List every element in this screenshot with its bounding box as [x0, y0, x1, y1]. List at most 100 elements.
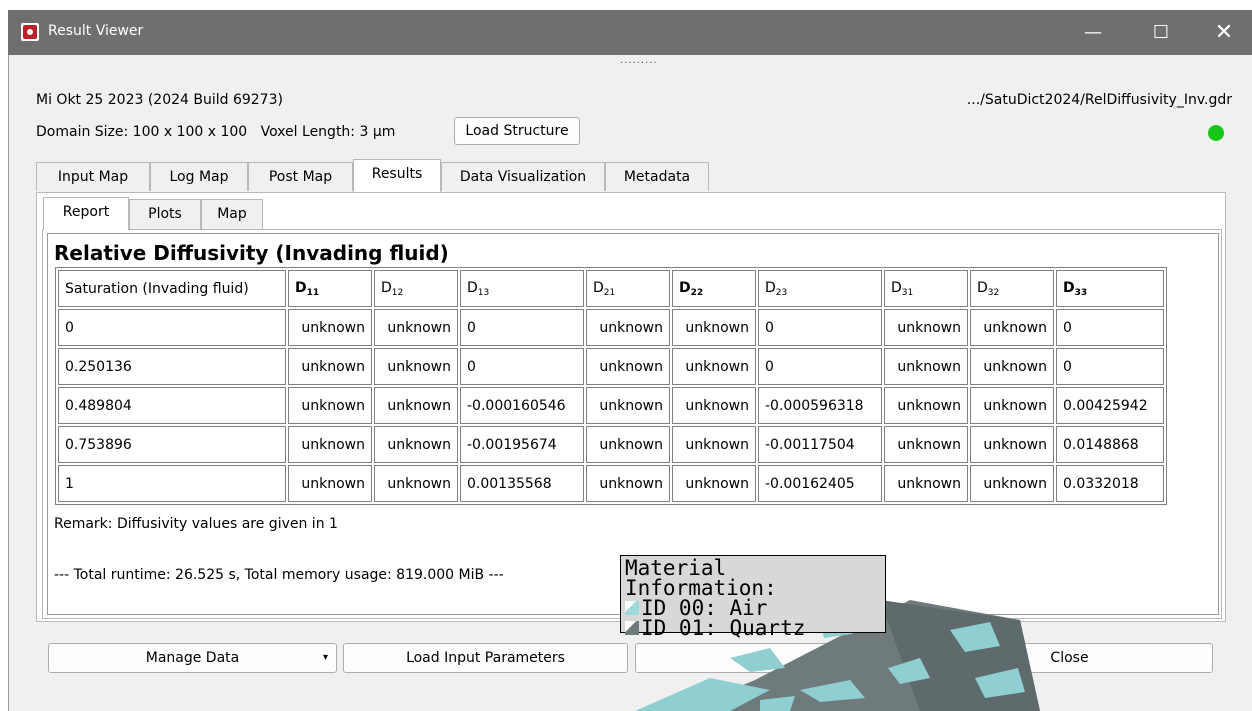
table-cell: 0 [1056, 309, 1164, 346]
table-row: 0.250136 unknown unknown 0 unknown unknown 0 un… [58, 348, 1164, 385]
column-header: D33 [1056, 270, 1164, 307]
runtime-text: --- Total runtime: 26.525 s, Total memor… [54, 567, 504, 583]
material-item: ID 00: Air [625, 596, 881, 620]
splitter-handle[interactable]: ········· [620, 59, 657, 69]
column-header: D11 [288, 270, 372, 307]
subtab-plots[interactable]: Plots [129, 199, 201, 229]
close-window-icon[interactable]: ✕ [1201, 10, 1247, 55]
table-row: 1 unknown unknown 0.00135568 unknown unknown -… [58, 465, 1164, 502]
column-header: D13 [460, 270, 584, 307]
table-cell: 0.00425942 [1056, 387, 1164, 424]
table-cell: 0.489804 [58, 387, 286, 424]
table-cell: unknown [288, 309, 372, 346]
table-cell: unknown [288, 348, 372, 385]
table-cell: 0.250136 [58, 348, 286, 385]
column-header: D23 [758, 270, 882, 307]
title-bar: Result Viewer — ☐ ✕ [8, 10, 1252, 55]
table-cell: unknown [672, 465, 756, 502]
chevron-down-icon: ▾ [322, 652, 328, 663]
table-cell: -0.000596318 [758, 387, 882, 424]
material-item-label: ID 01: Quartz [641, 616, 806, 640]
table-cell: 1 [58, 465, 286, 502]
table-cell: unknown [586, 465, 670, 502]
tab-results[interactable]: Results [353, 159, 441, 192]
material-item-label: ID 00: Air [641, 596, 768, 620]
table-cell: unknown [884, 309, 968, 346]
table-cell: 0.753896 [58, 426, 286, 463]
file-path: .../SatuDict2024/RelDiffusivity_Inv.gdr [966, 92, 1232, 108]
table-cell: unknown [374, 426, 458, 463]
column-header: D12 [374, 270, 458, 307]
table-cell: unknown [884, 465, 968, 502]
table-cell: 0 [758, 309, 882, 346]
report-title: Relative Diffusivity (Invading fluid) [54, 241, 449, 265]
table-cell: unknown [374, 465, 458, 502]
table-cell: unknown [288, 465, 372, 502]
domain-info: Domain Size: 100 x 100 x 100 Voxel Lengt… [36, 124, 395, 140]
table-cell: 0 [460, 309, 584, 346]
tab-input-map[interactable]: Input Map [36, 162, 150, 191]
table-cell: unknown [586, 309, 670, 346]
pore-region [730, 648, 785, 672]
tab-metadata[interactable]: Metadata [605, 162, 709, 191]
table-row: 0.753896 unknown unknown -0.00195674 unknown… [58, 426, 1164, 463]
remark-text: Remark: Diffusivity values are given in … [54, 516, 338, 532]
table-cell: -0.00117504 [758, 426, 882, 463]
table-cell: unknown [374, 309, 458, 346]
column-header: D32 [970, 270, 1054, 307]
table-cell: 0.00135568 [460, 465, 584, 502]
table-cell: unknown [374, 348, 458, 385]
table-cell: unknown [586, 387, 670, 424]
material-item: ID 01: Quartz [625, 616, 881, 640]
table-row: 0 unknown unknown 0 unknown unknown 0 unknown un… [58, 309, 1164, 346]
table-cell: unknown [672, 426, 756, 463]
column-header: Saturation (Invading fluid) [58, 270, 286, 307]
minimize-icon[interactable]: — [1070, 10, 1116, 55]
tab-post-map[interactable]: Post Map [248, 162, 353, 191]
material-info-legend: Material Information: ID 00: Air ID 01: … [620, 555, 886, 639]
table-cell: -0.000160546 [460, 387, 584, 424]
manage-data-label: Manage Data [145, 650, 240, 666]
material-info-title: Material Information: [625, 556, 777, 600]
manage-data-dropdown[interactable]: Manage Data ▾ [48, 643, 337, 673]
load-input-parameters-button[interactable]: Load Input Parameters [343, 643, 628, 673]
status-indicator-icon [1208, 125, 1224, 141]
voxel-length: Voxel Length: 3 µm [260, 124, 396, 140]
table-cell: unknown [970, 348, 1054, 385]
table-cell: unknown [288, 426, 372, 463]
column-header: D22 [672, 270, 756, 307]
tab-log-map[interactable]: Log Map [150, 162, 248, 191]
table-cell: unknown [672, 387, 756, 424]
table-cell: unknown [672, 309, 756, 346]
window-title: Result Viewer [48, 23, 144, 39]
table-row: 0.489804 unknown unknown -0.000160546 unknow… [58, 387, 1164, 424]
table-cell: unknown [884, 348, 968, 385]
table-cell: unknown [586, 426, 670, 463]
table-header-row: Saturation (Invading fluid) D11 D12 D13 D21 D… [58, 270, 1164, 307]
table-cell: 0 [460, 348, 584, 385]
table-cell: unknown [970, 426, 1054, 463]
table-cell: unknown [970, 309, 1054, 346]
column-header: D31 [884, 270, 968, 307]
domain-size: Domain Size: 100 x 100 x 100 [36, 124, 248, 140]
table-cell: unknown [288, 387, 372, 424]
table-cell: 0.0148868 [1056, 426, 1164, 463]
results-table: Saturation (Invading fluid) D11 D12 D13 D21 D… [55, 267, 1167, 505]
tab-data-visualization[interactable]: Data Visualization [441, 162, 605, 191]
table-cell: unknown [374, 387, 458, 424]
table-cell: unknown [884, 387, 968, 424]
table-cell: unknown [970, 465, 1054, 502]
build-info: Mi Okt 25 2023 (2024 Build 69273) [36, 92, 283, 108]
maximize-icon[interactable]: ☐ [1138, 10, 1184, 55]
table-cell: 0 [1056, 348, 1164, 385]
load-structure-button[interactable]: Load Structure [454, 117, 580, 145]
table-cell: -0.00195674 [460, 426, 584, 463]
table-cell: unknown [970, 387, 1054, 424]
table-cell: 0 [758, 348, 882, 385]
table-cell: unknown [884, 426, 968, 463]
table-cell: unknown [586, 348, 670, 385]
quartz-cube-icon [625, 621, 639, 635]
column-header: D21 [586, 270, 670, 307]
subtab-report[interactable]: Report [43, 197, 129, 230]
subtab-map[interactable]: Map [201, 199, 263, 229]
